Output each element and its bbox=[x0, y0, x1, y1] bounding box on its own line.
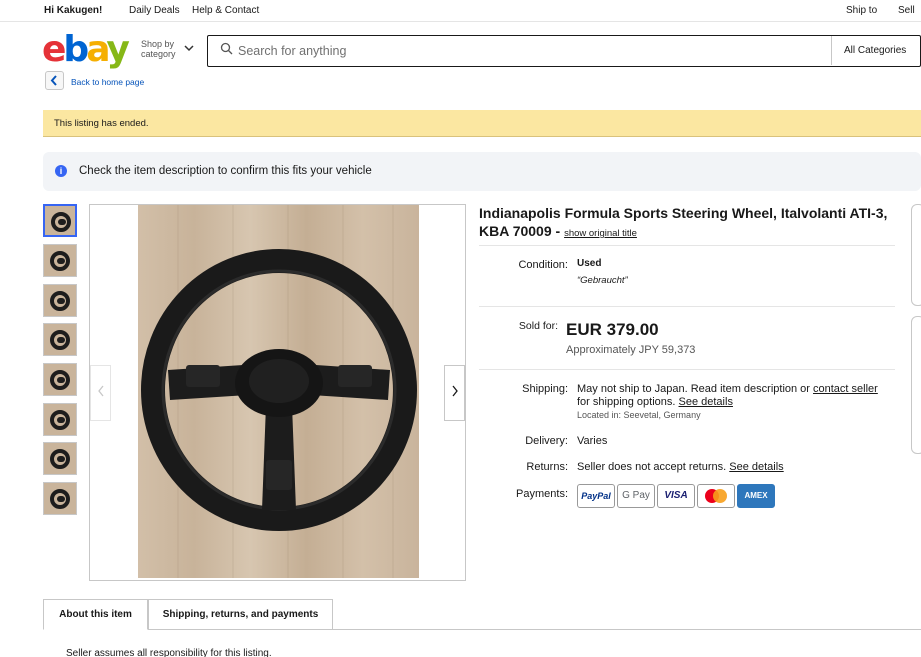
search-icon bbox=[220, 42, 233, 60]
thumbnail-7[interactable] bbox=[43, 442, 77, 475]
shop-by-category-button[interactable]: Shop by category bbox=[141, 39, 176, 59]
shipping-label: Shipping: bbox=[522, 383, 568, 395]
fitment-notice-text: Check the item description to confirm th… bbox=[79, 165, 372, 177]
mastercard-icon bbox=[697, 484, 735, 508]
logo-letter-b: b bbox=[63, 29, 89, 70]
divider bbox=[479, 369, 895, 370]
thumbnail-1[interactable] bbox=[43, 204, 77, 237]
buy-panel bbox=[911, 204, 921, 306]
shipping-info: May not ship to Japan. Read item descrip… bbox=[577, 383, 897, 422]
logo-letter-y: y bbox=[106, 29, 130, 70]
ebay-logo[interactable]: ebay bbox=[42, 28, 130, 72]
condition-value: Used bbox=[577, 258, 602, 269]
listing-ended-banner: This listing has ended. bbox=[43, 110, 921, 137]
next-image-button[interactable] bbox=[444, 365, 465, 421]
greeting: Hi Kakugen! bbox=[44, 5, 103, 16]
fitment-notice: i Check the item description to confirm … bbox=[43, 152, 921, 191]
ship-to-link[interactable]: Ship to bbox=[846, 5, 877, 16]
divider bbox=[479, 245, 895, 246]
chevron-right-icon bbox=[451, 385, 458, 397]
returns-value: Seller does not accept returns. bbox=[577, 461, 730, 473]
tab-about-item[interactable]: About this item bbox=[43, 599, 148, 630]
thumbnail-8[interactable] bbox=[43, 482, 77, 515]
daily-deals-link[interactable]: Daily Deals bbox=[129, 5, 180, 16]
condition-label: Condition: bbox=[518, 259, 568, 271]
info-icon: i bbox=[55, 165, 67, 177]
returns-label: Returns: bbox=[526, 461, 568, 473]
help-contact-link[interactable]: Help & Contact bbox=[192, 5, 259, 16]
thumbnail-2[interactable] bbox=[43, 244, 77, 277]
logo-letter-e: e bbox=[42, 29, 66, 70]
sold-for-label: Sold for: bbox=[518, 320, 558, 332]
shop-by-label: Shop by bbox=[141, 39, 175, 49]
chevron-left-icon bbox=[97, 385, 104, 397]
previous-image-button[interactable] bbox=[90, 365, 111, 421]
returns-info: Seller does not accept returns. See deta… bbox=[577, 461, 784, 473]
google-pay-icon: G Pay bbox=[617, 484, 655, 508]
thumbnail-6[interactable] bbox=[43, 403, 77, 436]
delivery-label: Delivery: bbox=[525, 435, 568, 447]
amex-icon: AMEX bbox=[737, 484, 775, 508]
top-nav: Hi Kakugen! Daily Deals Help & Contact S… bbox=[0, 0, 921, 22]
thumbnail-5[interactable] bbox=[43, 363, 77, 396]
condition-note: “Gebraucht” bbox=[577, 275, 628, 286]
back-to-home-link[interactable]: Back to home page bbox=[71, 77, 144, 87]
tab-shipping-returns-payments[interactable]: Shipping, returns, and payments bbox=[148, 599, 333, 630]
shipping-text: May not ship to Japan. Read item descrip… bbox=[577, 383, 814, 395]
search-bar: All Categories bbox=[207, 35, 921, 67]
item-title: Indianapolis Formula Sports Steering Whe… bbox=[479, 204, 899, 243]
returns-details-link[interactable]: See details bbox=[729, 461, 783, 473]
seller-responsibility-note: Seller assumes all responsibility for th… bbox=[66, 648, 272, 657]
chevron-left-icon bbox=[50, 75, 57, 86]
shipping-details-link[interactable]: See details bbox=[679, 396, 733, 408]
item-title-text: Indianapolis Formula Sports Steering Whe… bbox=[479, 205, 888, 239]
show-original-title-link[interactable]: show original title bbox=[564, 228, 637, 239]
approx-price: Approximately JPY 59,373 bbox=[566, 344, 696, 356]
shipping-options-text: for shipping options. bbox=[577, 396, 679, 408]
logo-letter-a: a bbox=[86, 29, 109, 70]
contact-seller-link[interactable]: contact seller bbox=[813, 383, 878, 395]
category-label: category bbox=[141, 49, 176, 59]
item-location: Located in: Seevetal, Germany bbox=[577, 410, 701, 420]
sell-link[interactable]: Sell bbox=[898, 5, 915, 16]
paypal-icon: PayPal bbox=[577, 484, 615, 508]
category-select[interactable]: All Categories bbox=[831, 36, 921, 65]
thumbnail-3[interactable] bbox=[43, 284, 77, 317]
main-image-viewer bbox=[89, 204, 466, 581]
seller-panel bbox=[911, 316, 921, 454]
payments-label: Payments: bbox=[516, 488, 568, 500]
back-button[interactable] bbox=[45, 71, 64, 90]
visa-icon: VISA bbox=[657, 484, 695, 508]
search-input[interactable] bbox=[238, 41, 818, 61]
price: EUR 379.00 bbox=[566, 320, 659, 339]
thumbnail-4[interactable] bbox=[43, 323, 77, 356]
delivery-value: Varies bbox=[577, 435, 608, 447]
divider bbox=[479, 306, 895, 307]
steering-wheel-photo[interactable] bbox=[138, 205, 419, 578]
chevron-down-icon bbox=[184, 41, 194, 55]
